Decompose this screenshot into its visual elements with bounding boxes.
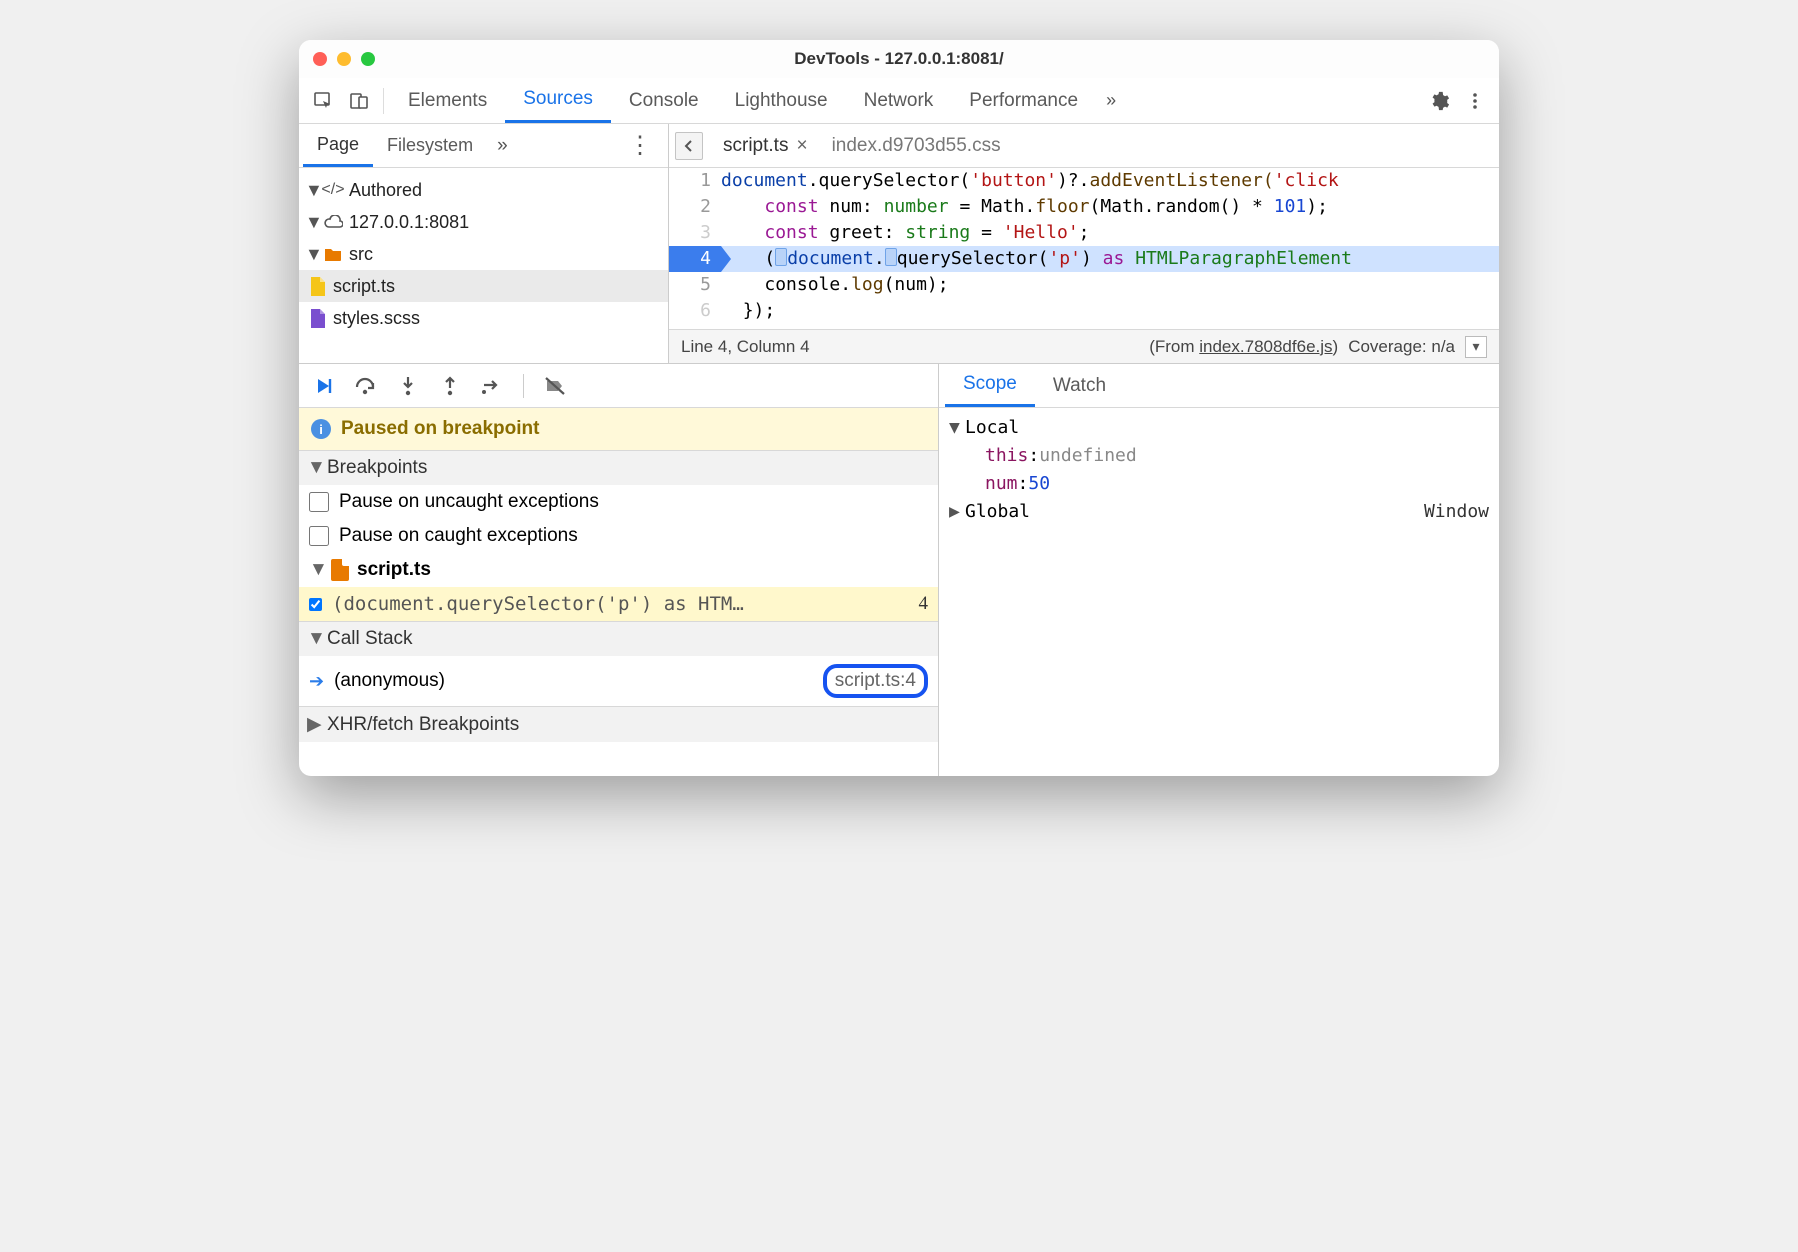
pause-uncaught-row[interactable]: Pause on uncaught exceptions xyxy=(299,485,938,519)
scope-body: ▼Local this: undefined num: 50 ▶Global W… xyxy=(939,408,1499,532)
inspect-icon[interactable] xyxy=(305,83,341,119)
close-tab-icon[interactable]: × xyxy=(796,135,807,157)
scope-global[interactable]: ▶Global Window xyxy=(949,498,1489,526)
editor-tab-label: script.ts xyxy=(723,135,788,157)
breakpoint-text: (document.querySelector('p') as HTM… xyxy=(332,593,744,615)
tree-folder-src[interactable]: ▼ src xyxy=(299,238,668,270)
step-into-icon[interactable] xyxy=(393,371,423,401)
xhr-header[interactable]: ▶XHR/fetch Breakpoints xyxy=(299,707,938,742)
file-icon xyxy=(305,277,329,296)
tab-sources[interactable]: Sources xyxy=(505,78,611,123)
pause-caught-row[interactable]: Pause on caught exceptions xyxy=(299,519,938,553)
navigator-tab-filesystem[interactable]: Filesystem xyxy=(373,124,487,167)
cloud-icon xyxy=(321,215,345,229)
step-over-icon[interactable] xyxy=(351,371,381,401)
scope-var-this[interactable]: this: undefined xyxy=(949,442,1489,470)
kebab-menu-icon[interactable] xyxy=(1457,83,1493,119)
navigator-tab-page[interactable]: Page xyxy=(303,124,373,167)
resume-icon[interactable] xyxy=(309,371,339,401)
tab-network[interactable]: Network xyxy=(846,78,952,123)
separator xyxy=(383,88,384,114)
tree-host[interactable]: ▼ 127.0.0.1:8081 xyxy=(299,206,668,238)
pause-caught-checkbox[interactable] xyxy=(309,526,329,546)
debugger-pane: i Paused on breakpoint ▼Breakpoints Paus… xyxy=(299,364,1499,776)
file-tree: ▼ </> Authored ▼ 127.0.0.1:8081 ▼ xyxy=(299,168,668,340)
tab-watch[interactable]: Watch xyxy=(1035,364,1124,407)
tree-authored[interactable]: ▼ </> Authored xyxy=(299,174,668,206)
scope-var-num[interactable]: num: 50 xyxy=(949,470,1489,498)
breakpoint-file-group: ▼ script.ts (document.querySelector('p')… xyxy=(299,553,938,621)
breakpoint-file-header[interactable]: ▼ script.ts xyxy=(299,553,938,587)
sources-panel-body: Page Filesystem » ⋮ ▼ </> Authored ▼ 127… xyxy=(299,124,1499,364)
code-area[interactable]: 1document.querySelector('button')?.addEv… xyxy=(669,168,1499,329)
step-marker-icon xyxy=(775,248,787,266)
tree-file-script-ts[interactable]: script.ts xyxy=(299,270,668,302)
breakpoint-entry[interactable]: (document.querySelector('p') as HTM… 4 xyxy=(299,587,938,621)
code-editor: script.ts × index.d9703d55.css 1document… xyxy=(669,124,1499,363)
window-title: DevTools - 127.0.0.1:8081/ xyxy=(299,49,1499,69)
info-icon: i xyxy=(311,419,331,439)
file-badge-icon xyxy=(331,559,349,581)
breakpoint-checkbox[interactable] xyxy=(309,598,322,611)
step-marker-icon xyxy=(885,248,897,266)
frame-location[interactable]: script.ts:4 xyxy=(823,664,928,698)
tab-performance[interactable]: Performance xyxy=(951,78,1096,123)
source-map-info: (From index.7808df6e.js) xyxy=(1149,337,1338,357)
tab-overflow-button[interactable]: » xyxy=(1096,90,1126,111)
current-frame-icon: ➔ xyxy=(309,671,324,692)
coverage-indicator: Coverage: n/a xyxy=(1348,337,1455,357)
debugger-left-pane: i Paused on breakpoint ▼Breakpoints Paus… xyxy=(299,364,939,776)
device-toolbar-icon[interactable] xyxy=(341,83,377,119)
frame-name: (anonymous) xyxy=(334,670,445,692)
debugger-toolbar xyxy=(299,364,938,408)
tab-lighthouse[interactable]: Lighthouse xyxy=(717,78,846,123)
xhr-section: ▶XHR/fetch Breakpoints xyxy=(299,706,938,742)
nav-back-icon[interactable] xyxy=(675,132,703,160)
deactivate-breakpoints-icon[interactable] xyxy=(540,371,570,401)
source-map-link[interactable]: index.7808df6e.js xyxy=(1199,337,1332,356)
breakpoint-line: 4 xyxy=(919,593,929,615)
cursor-position: Line 4, Column 4 xyxy=(681,337,810,357)
tab-console[interactable]: Console xyxy=(611,78,717,123)
tab-elements[interactable]: Elements xyxy=(390,78,505,123)
scope-pane: Scope Watch ▼Local this: undefined num: … xyxy=(939,364,1499,776)
callstack-section: ▼Call Stack ➔ (anonymous) script.ts:4 xyxy=(299,621,938,706)
editor-tab-label: index.d9703d55.css xyxy=(832,135,1001,157)
scope-tab-bar: Scope Watch xyxy=(939,364,1499,408)
editor-tab-script-ts[interactable]: script.ts × xyxy=(711,124,820,167)
scope-global-value: Window xyxy=(1424,498,1489,526)
main-tab-bar: Elements Sources Console Lighthouse Netw… xyxy=(299,78,1499,124)
settings-icon[interactable] xyxy=(1421,83,1457,119)
navigator-tabs: Page Filesystem » ⋮ xyxy=(299,124,668,168)
separator xyxy=(523,374,524,398)
editor-status-bar: Line 4, Column 4 (From index.7808df6e.js… xyxy=(669,329,1499,363)
folder-icon xyxy=(321,247,345,261)
callstack-frame[interactable]: ➔ (anonymous) script.ts:4 xyxy=(299,656,938,706)
status-dropdown-icon[interactable]: ▾ xyxy=(1465,336,1487,358)
tree-file-styles-scss[interactable]: styles.scss xyxy=(299,302,668,334)
paused-banner: i Paused on breakpoint xyxy=(299,408,938,450)
scope-local[interactable]: ▼Local xyxy=(949,414,1489,442)
callstack-header[interactable]: ▼Call Stack xyxy=(299,622,938,656)
paused-text: Paused on breakpoint xyxy=(341,418,539,440)
code-icon: </> xyxy=(321,181,345,199)
pause-uncaught-checkbox[interactable] xyxy=(309,492,329,512)
navigator-sidebar: Page Filesystem » ⋮ ▼ </> Authored ▼ 127… xyxy=(299,124,669,363)
file-icon xyxy=(305,309,329,328)
editor-tab-index-css[interactable]: index.d9703d55.css xyxy=(820,124,1013,167)
navigator-more-icon[interactable]: ⋮ xyxy=(616,131,664,160)
breakpoints-header[interactable]: ▼Breakpoints xyxy=(299,451,938,485)
navigator-tab-overflow[interactable]: » xyxy=(487,135,518,157)
step-icon[interactable] xyxy=(477,371,507,401)
editor-tab-bar: script.ts × index.d9703d55.css xyxy=(669,124,1499,168)
tab-scope[interactable]: Scope xyxy=(945,364,1035,407)
step-out-icon[interactable] xyxy=(435,371,465,401)
devtools-window: DevTools - 127.0.0.1:8081/ Elements Sour… xyxy=(299,40,1499,776)
titlebar: DevTools - 127.0.0.1:8081/ xyxy=(299,40,1499,78)
breakpoints-section: ▼Breakpoints Pause on uncaught exception… xyxy=(299,450,938,621)
